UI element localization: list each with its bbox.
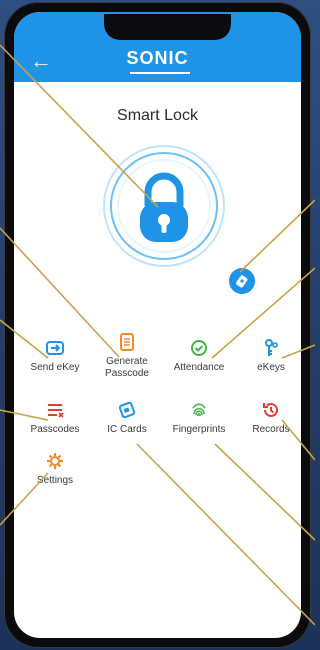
menu-item-label: Generate Passcode <box>105 356 149 379</box>
menu-item-label: Records <box>252 424 290 435</box>
menu-item-send-ekey[interactable]: Send eKey <box>19 337 91 374</box>
menu-item-label: eKeys <box>257 362 285 373</box>
menu-item-records[interactable]: Records <box>235 399 301 436</box>
menu-item-ekeys[interactable]: eKeys <box>235 337 301 374</box>
ic-cards-icon <box>116 399 138 421</box>
brand-underline <box>130 72 190 74</box>
menu-item-passcodes[interactable]: Passcodes <box>19 399 91 436</box>
remote-unlock-button[interactable] <box>229 268 255 294</box>
brand-logo: SONIC <box>126 48 189 68</box>
menu-item-generate-passcode[interactable]: Generate Passcode <box>91 331 163 380</box>
phone-notch <box>104 14 231 40</box>
fingerprints-icon <box>188 399 210 421</box>
passcodes-icon <box>44 399 66 421</box>
screen: ← SONIC Smart Lock Send eKey Generate Pa… <box>14 12 301 638</box>
menu-item-label: Fingerprints <box>172 424 226 435</box>
send-ekey-icon <box>44 337 66 359</box>
records-icon <box>260 399 282 421</box>
menu-item-label: Attendance <box>173 362 225 373</box>
menu-item-label: Send eKey <box>30 362 80 373</box>
settings-icon <box>44 450 66 472</box>
menu-item-ic-cards[interactable]: IC Cards <box>91 399 163 436</box>
lock-icon <box>103 145 225 267</box>
menu-item-fingerprints[interactable]: Fingerprints <box>163 399 235 436</box>
key-fob-icon <box>236 275 248 288</box>
menu-item-label: IC Cards <box>107 424 147 435</box>
menu-item-attendance[interactable]: Attendance <box>163 337 235 374</box>
phone-frame: ← SONIC Smart Lock Send eKey Generate Pa… <box>4 2 311 648</box>
generate-passcode-icon <box>116 331 138 353</box>
page-title: Smart Lock <box>117 107 198 124</box>
ekeys-icon <box>260 337 282 359</box>
menu-item-settings[interactable]: Settings <box>19 450 91 487</box>
menu-item-label: Settings <box>36 475 74 486</box>
attendance-icon <box>188 337 210 359</box>
menu-item-label: Passcodes <box>30 424 80 435</box>
unlock-button[interactable] <box>102 144 226 268</box>
